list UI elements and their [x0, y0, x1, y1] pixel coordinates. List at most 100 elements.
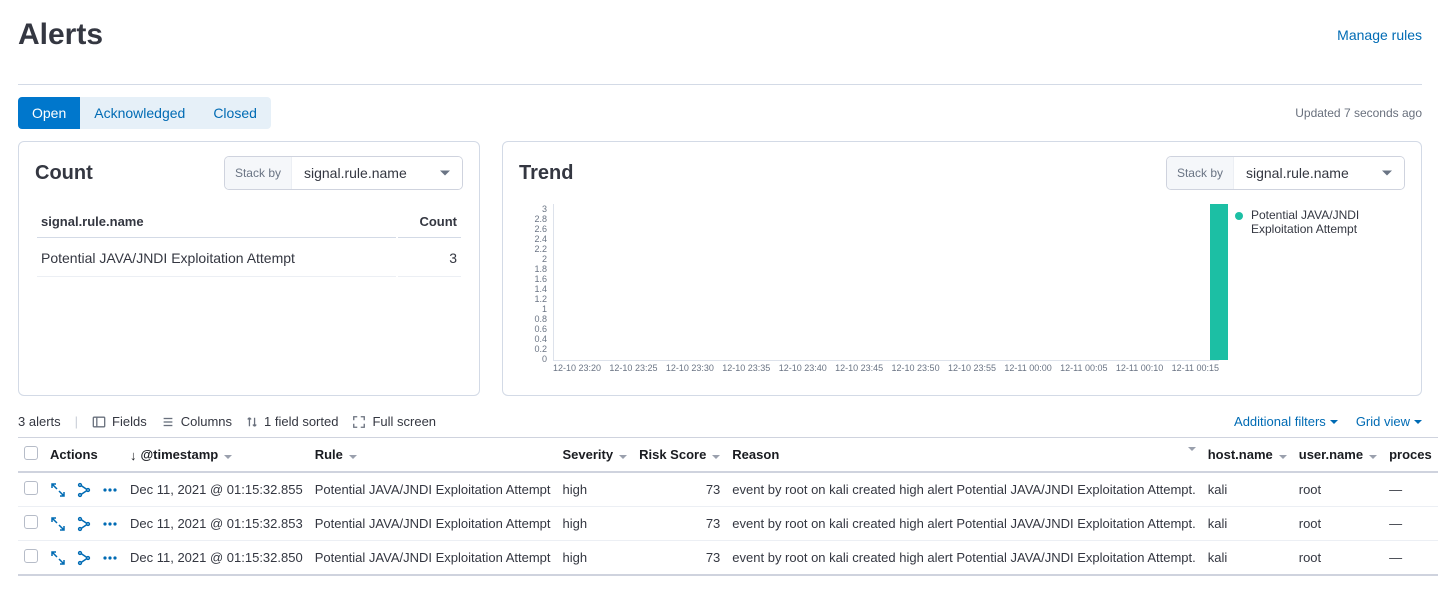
cell-host: kali — [1202, 541, 1293, 576]
y-tick: 1.2 — [534, 294, 547, 304]
cell-process: — — [1383, 472, 1438, 507]
expand-icon[interactable] — [50, 482, 66, 498]
legend-dot-icon — [1235, 212, 1243, 220]
row-checkbox[interactable] — [24, 481, 38, 495]
x-tick: 12-11 00:10 — [1116, 363, 1163, 379]
sort-icon — [246, 415, 258, 429]
alert-row: Dec 11, 2021 @ 01:15:32.855Potential JAV… — [18, 472, 1438, 507]
col-process[interactable]: proces — [1383, 438, 1438, 473]
col-host-name[interactable]: host.name — [1202, 438, 1293, 473]
cell-timestamp: Dec 11, 2021 @ 01:15:32.853 — [124, 507, 309, 541]
chart-bar — [1210, 204, 1228, 360]
y-tick: 0.8 — [534, 314, 547, 324]
columns-icon — [161, 415, 175, 429]
y-tick: 2.8 — [534, 214, 547, 224]
y-tick: 3 — [542, 204, 547, 214]
chevron-down-icon — [1414, 420, 1422, 424]
row-actions — [44, 541, 124, 576]
analyze-icon[interactable] — [76, 482, 92, 498]
tab-open[interactable]: Open — [18, 97, 80, 129]
row-actions — [44, 472, 124, 507]
page-title: Alerts — [18, 18, 103, 52]
analyze-icon[interactable] — [76, 550, 92, 566]
row-checkbox[interactable] — [24, 515, 38, 529]
count-col-count: Count — [398, 206, 461, 238]
y-tick: 1.8 — [534, 264, 547, 274]
manage-rules-link[interactable]: Manage rules — [1337, 27, 1422, 43]
cell-reason: event by root on kali created high alert… — [726, 507, 1201, 541]
cell-user: root — [1293, 472, 1383, 507]
x-tick: 12-10 23:35 — [722, 363, 770, 379]
alert-row: Dec 11, 2021 @ 01:15:32.850Potential JAV… — [18, 541, 1438, 576]
cell-rule: Potential JAVA/JNDI Exploitation Attempt — [309, 472, 557, 507]
count-stackby-control: Stack by signal.rule.name — [224, 156, 463, 190]
alerts-grid: Actions ↓@timestamp Rule Severity Risk S… — [18, 437, 1438, 576]
col-timestamp[interactable]: ↓@timestamp — [124, 438, 309, 473]
columns-button[interactable]: Columns — [161, 414, 232, 429]
col-severity[interactable]: Severity — [557, 438, 634, 473]
count-row-value: 3 — [398, 240, 461, 277]
grid-view-button[interactable]: Grid view — [1356, 414, 1422, 429]
cell-timestamp: Dec 11, 2021 @ 01:15:32.855 — [124, 472, 309, 507]
alert-row: Dec 11, 2021 @ 01:15:32.853Potential JAV… — [18, 507, 1438, 541]
cell-user: root — [1293, 507, 1383, 541]
count-stackby-label: Stack by — [225, 157, 292, 189]
cell-risk: 73 — [633, 472, 726, 507]
count-stackby-select[interactable]: signal.rule.name — [292, 157, 462, 189]
more-icon[interactable] — [102, 482, 118, 498]
cell-process: — — [1383, 541, 1438, 576]
trend-stackby-select[interactable]: signal.rule.name — [1234, 157, 1404, 189]
cell-rule: Potential JAVA/JNDI Exploitation Attempt — [309, 541, 557, 576]
fullscreen-icon — [352, 415, 366, 429]
y-tick: 0.6 — [534, 324, 547, 334]
grid-toolbar: 3 alerts | Fields Columns 1 field sorted… — [18, 414, 1422, 429]
cell-rule: Potential JAVA/JNDI Exploitation Attempt — [309, 507, 557, 541]
fullscreen-button[interactable]: Full screen — [352, 414, 436, 429]
trend-panel-title: Trend — [519, 162, 573, 185]
cell-severity: high — [557, 507, 634, 541]
analyze-icon[interactable] — [76, 516, 92, 532]
x-tick: 12-10 23:30 — [666, 363, 714, 379]
count-col-name: signal.rule.name — [37, 206, 396, 238]
alert-status-tabs: Open Acknowledged Closed — [18, 97, 271, 129]
separator-icon: | — [75, 414, 78, 429]
cell-host: kali — [1202, 472, 1293, 507]
x-tick: 12-11 00:05 — [1060, 363, 1107, 379]
row-actions — [44, 507, 124, 541]
trend-chart: 32.82.62.42.221.81.61.41.210.80.60.40.20… — [519, 204, 1219, 379]
col-user-name[interactable]: user.name — [1293, 438, 1383, 473]
more-icon[interactable] — [102, 550, 118, 566]
col-risk-score[interactable]: Risk Score — [633, 438, 726, 473]
fields-icon — [92, 415, 106, 429]
select-all-checkbox[interactable] — [24, 446, 38, 460]
col-rule[interactable]: Rule — [309, 438, 557, 473]
y-tick: 2.4 — [534, 234, 547, 244]
x-tick: 12-10 23:45 — [835, 363, 883, 379]
last-updated-text: Updated 7 seconds ago — [1295, 106, 1422, 120]
trend-legend: Potential JAVA/JNDI Exploitation Attempt — [1235, 204, 1405, 379]
expand-icon[interactable] — [50, 550, 66, 566]
y-tick: 2.2 — [534, 244, 547, 254]
tab-acknowledged[interactable]: Acknowledged — [80, 97, 199, 129]
expand-icon[interactable] — [50, 516, 66, 532]
tab-closed[interactable]: Closed — [199, 97, 271, 129]
count-row-name: Potential JAVA/JNDI Exploitation Attempt — [37, 240, 396, 277]
count-panel-title: Count — [35, 162, 93, 185]
sorted-button[interactable]: 1 field sorted — [246, 414, 338, 429]
x-tick: 12-10 23:55 — [948, 363, 996, 379]
y-tick: 0 — [542, 354, 547, 364]
x-tick: 12-10 23:50 — [892, 363, 940, 379]
x-tick: 12-10 23:25 — [609, 363, 657, 379]
alerts-count-text: 3 alerts — [18, 414, 61, 429]
more-icon[interactable] — [102, 516, 118, 532]
col-reason[interactable]: Reason — [726, 438, 1201, 473]
x-tick: 12-11 00:00 — [1004, 363, 1051, 379]
cell-reason: event by root on kali created high alert… — [726, 472, 1201, 507]
row-checkbox[interactable] — [24, 549, 38, 563]
cell-process: — — [1383, 507, 1438, 541]
cell-severity: high — [557, 472, 634, 507]
cell-severity: high — [557, 541, 634, 576]
fields-button[interactable]: Fields — [92, 414, 147, 429]
additional-filters-button[interactable]: Additional filters — [1234, 414, 1338, 429]
y-tick: 2.6 — [534, 224, 547, 234]
